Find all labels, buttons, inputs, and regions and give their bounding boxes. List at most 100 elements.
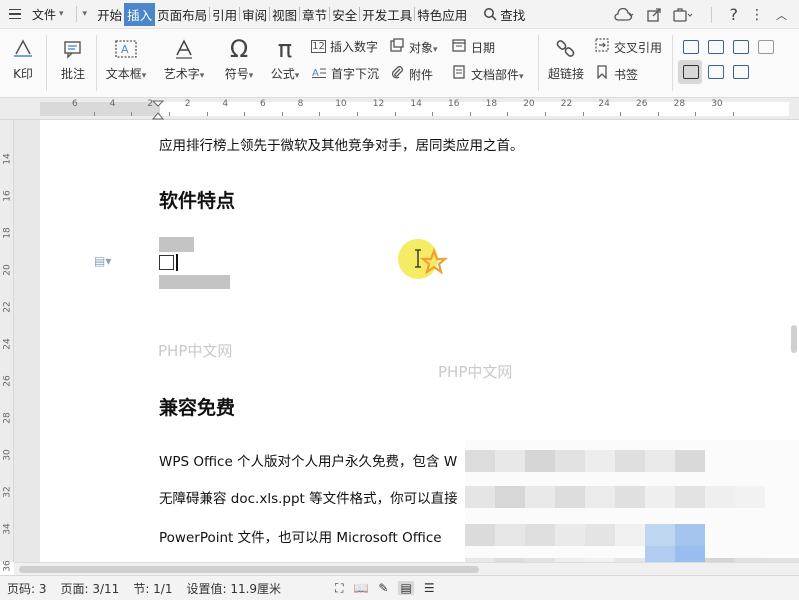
ruler-tick	[657, 112, 659, 116]
ruler-tick	[357, 112, 358, 116]
ruler-number: 16	[2, 190, 13, 202]
ruler-tick	[169, 112, 170, 116]
share-icon[interactable]	[646, 7, 661, 22]
tab-insert[interactable]: 插入	[124, 2, 156, 26]
header-footer-icon[interactable]	[683, 40, 699, 54]
tab-references[interactable]: 引用	[210, 3, 239, 26]
ruler-number: 32	[2, 486, 13, 498]
insert-number-button[interactable]: 12 插入数字	[311, 38, 378, 55]
hamburger-menu-icon[interactable]	[4, 0, 26, 29]
heading-software-features: 软件特点	[159, 190, 236, 212]
horizontal-scrollbar-thumb[interactable]	[19, 566, 479, 573]
tab-developer[interactable]: 开发工具	[360, 3, 414, 26]
redacted-block	[159, 275, 230, 289]
checkbox-placeholder-icon	[159, 255, 174, 270]
outline-view-icon[interactable]: ☰	[424, 581, 435, 595]
tab-view[interactable]: 视图	[270, 3, 299, 26]
chevron-down-icon: ▾	[59, 9, 64, 19]
more-icon[interactable]: ⋮	[750, 7, 764, 23]
print-button[interactable]: K印	[6, 33, 40, 82]
textbox-button[interactable]: A 文本框▾	[104, 33, 148, 82]
horizontal-ruler[interactable]: 6 4 2 2 4 6 8 10 12 14 16 18 20 22 24 26 28 30	[0, 98, 799, 120]
docparts-button[interactable]: 文档部件▾	[451, 65, 524, 83]
ruler-number: 16	[448, 99, 460, 109]
symbol-label: 符号▾	[224, 67, 254, 81]
hyperlink-button[interactable]: 超链接	[545, 33, 587, 82]
form-control-icon[interactable]	[758, 40, 774, 54]
tab-review[interactable]: 审阅	[240, 3, 269, 26]
cloud-sync-icon[interactable]	[613, 7, 635, 22]
page-view-icon[interactable]: ▤	[398, 581, 414, 595]
crossref-label: 交叉引用	[614, 40, 663, 55]
wordart-icon	[173, 33, 195, 65]
ruler-number: 6	[260, 99, 266, 109]
ruler-number: 4	[222, 99, 229, 109]
search-button[interactable]: 查找	[483, 5, 525, 24]
docparts-icon	[451, 65, 467, 83]
wordart-button[interactable]: 艺术字▾	[162, 33, 206, 82]
list-control-icon[interactable]	[733, 40, 749, 54]
ruler-tick	[507, 112, 509, 116]
edit-mode-icon[interactable]: ✎	[378, 581, 388, 595]
textbox-label: 文本框▾	[105, 67, 147, 81]
file-menu[interactable]: 文件 ▾	[26, 6, 70, 23]
collapse-ribbon-icon[interactable]: ︿	[776, 7, 787, 23]
ruler-tick	[733, 112, 734, 116]
help-icon[interactable]: ?	[730, 5, 739, 24]
ruler-number: 28	[673, 99, 686, 109]
indent-marker-icon[interactable]	[152, 100, 164, 120]
crossref-button[interactable]: 交叉引用	[594, 38, 662, 56]
tab-features[interactable]: 特色应用	[415, 3, 469, 26]
ruler-number: 4	[109, 99, 116, 109]
heading-compatible-free: 兼容免费	[159, 397, 236, 419]
tab-home[interactable]: 开始	[95, 3, 124, 26]
hyperlink-label: 超链接	[547, 67, 584, 81]
ruler-number: 26	[2, 375, 13, 387]
tab-chapter[interactable]: 章节	[300, 3, 329, 26]
date-button[interactable]: 日期	[451, 38, 495, 56]
image-control-icon[interactable]	[708, 65, 724, 79]
paragraph-layout-icon[interactable]: ▤▾	[94, 254, 111, 268]
attachment-button[interactable]: 附件	[389, 65, 433, 83]
document-page[interactable]: 应用排行榜上领先于微软及其他竞争对手，居同类应用之首。 PHP中文网 软件特点 …	[40, 120, 799, 562]
comment-button[interactable]: 批注	[54, 33, 92, 82]
frame-icon[interactable]	[683, 65, 699, 79]
dropcap-button[interactable]: A 首字下沉	[311, 65, 379, 82]
page-status[interactable]: 页面: 3/11	[54, 580, 127, 597]
checkbox-control-icon[interactable]	[708, 40, 724, 54]
bookmark-button[interactable]: 书签	[594, 65, 638, 83]
ruler-tick	[620, 112, 622, 116]
paperclip-icon	[389, 65, 405, 83]
watermark: PHP中文网	[158, 342, 233, 360]
date-control-icon[interactable]	[733, 65, 749, 79]
section-status[interactable]: 节: 1/1	[126, 580, 179, 597]
object-button[interactable]: 对象▾	[389, 38, 438, 56]
document-area[interactable]: 应用排行榜上领先于微软及其他竞争对手，居同类应用之首。 PHP中文网 软件特点 …	[14, 120, 799, 562]
page-code-status[interactable]: 页码: 3	[0, 580, 54, 597]
attachment-label: 附件	[409, 67, 434, 82]
ruler-number: 30	[711, 99, 723, 109]
ruler-number: 24	[2, 338, 13, 350]
toolbox-icon[interactable]	[672, 7, 693, 22]
tab-security[interactable]: 安全	[330, 3, 359, 26]
symbol-button[interactable]: Ω 符号▾	[220, 33, 258, 82]
object-label: 对象▾	[409, 40, 438, 55]
ruler-number: 34	[2, 523, 13, 535]
redacted-block	[159, 237, 194, 252]
calendar-icon	[451, 38, 467, 56]
ruler-tick	[244, 112, 246, 116]
vertical-scrollbar-thumb[interactable]	[791, 325, 797, 353]
vertical-ruler[interactable]: 14161820222426283032343638	[0, 120, 14, 600]
insert-number-label: 插入数字	[330, 40, 379, 54]
setting-status[interactable]: 设置值: 11.9厘米	[179, 580, 288, 597]
fullscreen-icon[interactable]: ⛶	[335, 581, 343, 596]
file-menu-label: 文件	[32, 7, 57, 22]
dropcap-label: 首字下沉	[331, 67, 380, 81]
formula-label: 公式▾	[270, 67, 300, 81]
horizontal-scrollbar[interactable]	[14, 562, 799, 575]
status-bar: 页码: 3 页面: 3/11 节: 1/1 设置值: 11.9厘米 ⛶ 📖 ✎ …	[0, 575, 799, 600]
reading-mode-icon[interactable]: 📖	[353, 581, 368, 595]
quick-access-dropdown-icon[interactable]: ▾	[83, 9, 88, 19]
formula-button[interactable]: π 公式▾	[266, 33, 304, 82]
tab-page-layout[interactable]: 页面布局	[155, 3, 209, 26]
